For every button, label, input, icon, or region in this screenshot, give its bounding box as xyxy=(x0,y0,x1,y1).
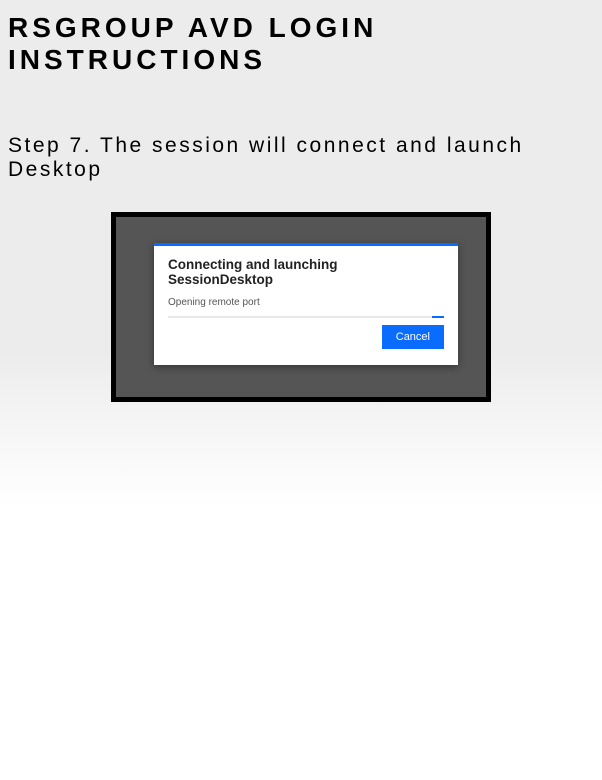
dialog-title: Connecting and launching SessionDesktop xyxy=(154,246,458,293)
page-title: RSGROUP AVD LOGIN INSTRUCTIONS xyxy=(0,0,602,76)
screenshot-frame: Connecting and launching SessionDesktop … xyxy=(111,212,491,402)
dialog-status-text: Opening remote port xyxy=(154,293,458,316)
dialog-actions: Cancel xyxy=(154,318,458,365)
progress-bar xyxy=(168,316,444,318)
cancel-button[interactable]: Cancel xyxy=(382,325,444,349)
step-description: Step 7. The session will connect and lau… xyxy=(0,76,602,182)
screenshot-container: Connecting and launching SessionDesktop … xyxy=(111,212,491,402)
connection-dialog: Connecting and launching SessionDesktop … xyxy=(154,243,458,365)
